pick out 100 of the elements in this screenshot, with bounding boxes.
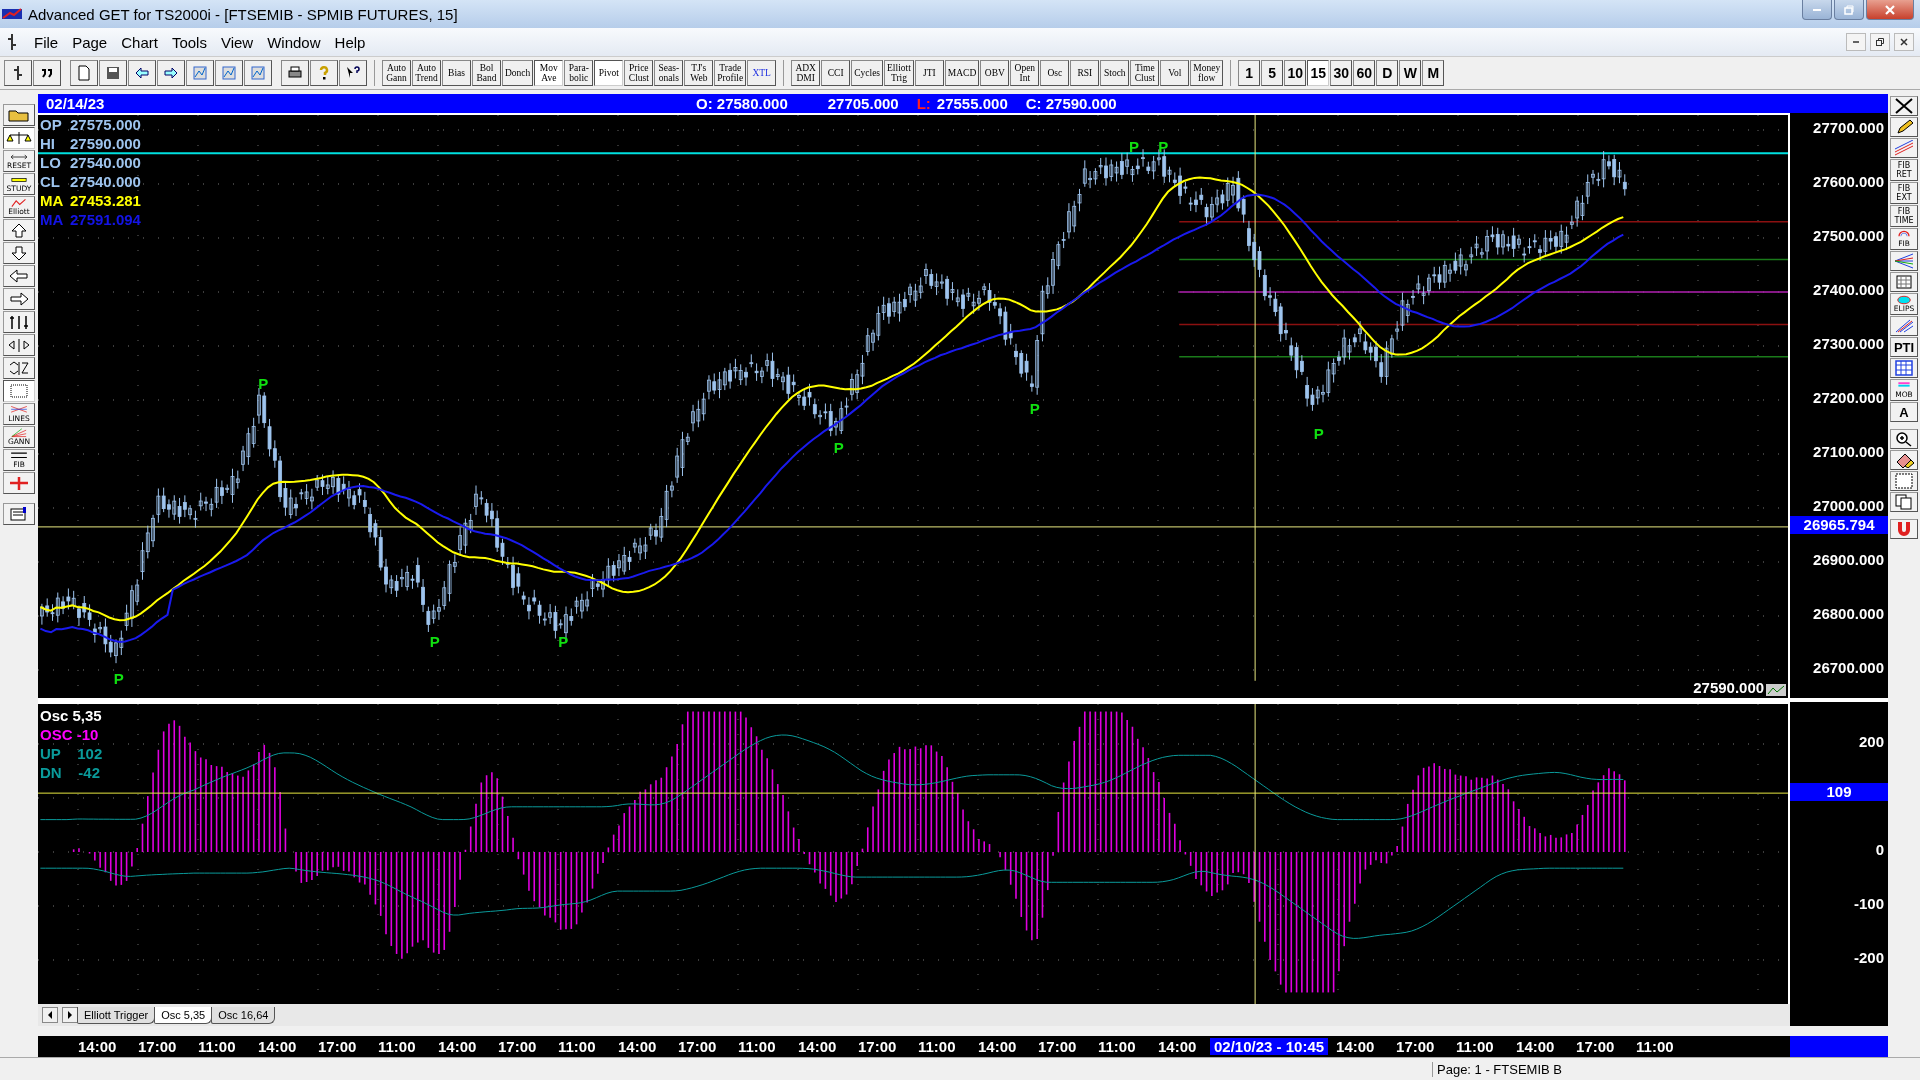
indicator-button[interactable]: CCI: [821, 60, 851, 86]
time-label: 14:00: [438, 1038, 478, 1056]
pivot-label: P: [558, 632, 569, 650]
time-label: 11:00: [1098, 1038, 1137, 1056]
oscillator-legend-entry: UP 102: [40, 744, 103, 764]
pivot-label: P: [113, 669, 124, 687]
axis-label: 26800.000: [1813, 604, 1884, 622]
indicator-button[interactable]: ADX DMI: [791, 60, 821, 86]
pivot-label: P: [1158, 138, 1169, 156]
time-label: 11:00: [378, 1038, 417, 1056]
overlay-button[interactable]: Price Clust: [624, 60, 654, 86]
axis-label: 200: [1858, 733, 1884, 751]
oscillator-legend-entry: OSC -10: [40, 725, 100, 745]
axis-label: 26700.000: [1813, 658, 1884, 676]
overlay-button[interactable]: Pivot: [594, 60, 624, 86]
menu-item[interactable]: File: [28, 31, 65, 53]
interval-button[interactable]: 30: [1330, 60, 1353, 86]
crosshair-time-label: 02/10/23 - 10:45: [1210, 1038, 1329, 1056]
indicator-button[interactable]: RSI: [1070, 60, 1100, 86]
interval-button[interactable]: 1: [1238, 60, 1261, 86]
axis-label: 26900.000: [1813, 550, 1884, 568]
menu-item[interactable]: Page: [66, 31, 114, 53]
high-price: 27705.000: [827, 94, 899, 112]
time-label: 17:00: [858, 1038, 898, 1056]
indicator-button[interactable]: Money flow: [1190, 60, 1224, 86]
indicator-button[interactable]: OBV: [980, 60, 1010, 86]
sheet-tab[interactable]: Osc 16,64: [211, 1006, 276, 1024]
axis-label: -200: [1853, 949, 1884, 967]
menu-item[interactable]: Chart: [115, 31, 164, 53]
time-label: 17:00: [1396, 1038, 1436, 1056]
overlay-button[interactable]: Mov Ave: [534, 60, 564, 86]
time-label: 17:00: [318, 1038, 358, 1056]
indicator-button[interactable]: Stoch: [1100, 60, 1130, 86]
indicator-button[interactable]: MACD: [944, 60, 980, 86]
indicator-button[interactable]: JTI: [914, 60, 944, 86]
overlay-button[interactable]: Bol Band: [472, 60, 501, 86]
axis-label: 27400.000: [1813, 280, 1884, 298]
time-label: 14:00: [798, 1038, 838, 1056]
indicator-button[interactable]: Vol: [1160, 60, 1190, 86]
text-tool-button[interactable]: FIB RET: [1890, 159, 1918, 181]
crosshair-price-label: 26965.794: [1790, 515, 1888, 534]
time-label: 11:00: [558, 1038, 597, 1056]
legend-entry: CL 27540.000: [40, 171, 141, 191]
menu-item[interactable]: Tools: [165, 31, 213, 53]
axis-label: 0: [1875, 841, 1884, 859]
pivot-label: P: [1128, 138, 1139, 156]
bold-tool-button[interactable]: A: [1890, 402, 1918, 422]
interval-button[interactable]: D: [1376, 60, 1399, 86]
time-label: 17:00: [498, 1038, 538, 1056]
overlay-button[interactable]: TJ's Web: [684, 60, 714, 86]
interval-button[interactable]: 60: [1353, 60, 1376, 86]
sheet-tab[interactable]: Osc 5,35: [154, 1006, 213, 1024]
low-price: 27555.000: [936, 94, 1008, 112]
interval-button[interactable]: W: [1399, 60, 1422, 86]
bold-tool-button[interactable]: PTI: [1890, 337, 1918, 357]
indicator-button[interactable]: Osc: [1040, 60, 1070, 86]
indicator-button[interactable]: Elliott Trig: [884, 60, 914, 86]
time-label: 11:00: [1456, 1038, 1495, 1056]
axis-label: 27300.000: [1813, 334, 1884, 352]
last-price-label: 27590.000: [1693, 678, 1765, 696]
time-label: 17:00: [678, 1038, 718, 1056]
overlay-button[interactable]: Bias: [442, 60, 471, 86]
indicator-button[interactable]: Cycles: [851, 60, 884, 86]
time-label: 11:00: [918, 1038, 957, 1056]
legend-entry: LO 27540.000: [40, 152, 141, 172]
time-label: 11:00: [1636, 1038, 1675, 1056]
time-label: 14:00: [1516, 1038, 1556, 1056]
overlay-button[interactable]: Auto Trend: [412, 60, 441, 86]
interval-button[interactable]: 10: [1284, 60, 1307, 86]
text-tool-button[interactable]: FIB EXT: [1890, 182, 1918, 204]
interval-button[interactable]: 15: [1307, 60, 1330, 86]
oscillator-legend-entry: Osc 5,35: [40, 706, 103, 726]
overlay-button[interactable]: Trade Profile: [714, 60, 747, 86]
menu-item[interactable]: Window: [261, 31, 327, 53]
overlay-button[interactable]: Para- bolic: [564, 60, 594, 86]
axis-label: 27200.000: [1813, 388, 1884, 406]
legend-entry: OP 27575.000: [40, 114, 141, 134]
overlay-button[interactable]: Donch: [502, 60, 534, 86]
overlay-button[interactable]: Seas- onals: [654, 60, 684, 86]
indicator-button[interactable]: Time Clust: [1130, 60, 1160, 86]
low-label: L:: [916, 94, 931, 112]
indicator-button[interactable]: Open Int: [1010, 60, 1040, 86]
interval-button[interactable]: M: [1422, 60, 1445, 86]
menu-item[interactable]: View: [214, 31, 260, 53]
pivot-label: P: [429, 632, 440, 650]
interval-button[interactable]: 5: [1261, 60, 1284, 86]
oscillator-legend-entry: DN -42: [40, 763, 101, 783]
bar-date: 02/14/23: [46, 94, 106, 112]
close-price: C: 27590.000: [1025, 94, 1117, 112]
overlay-button[interactable]: XTL: [747, 60, 777, 86]
menu-item[interactable]: Help: [328, 31, 372, 53]
axis-label: 27500.000: [1813, 226, 1884, 244]
time-label: 11:00: [198, 1038, 237, 1056]
legend-entry: MA 27453.281: [40, 190, 141, 210]
axis-label: 27600.000: [1813, 172, 1884, 190]
text-tool-button[interactable]: FIB TIME: [1890, 205, 1918, 227]
time-label: 14:00: [978, 1038, 1018, 1056]
overlay-button[interactable]: Auto Gann: [382, 60, 411, 86]
sheet-tab[interactable]: Elliott Trigger: [77, 1006, 156, 1024]
pivot-label: P: [1029, 400, 1040, 418]
